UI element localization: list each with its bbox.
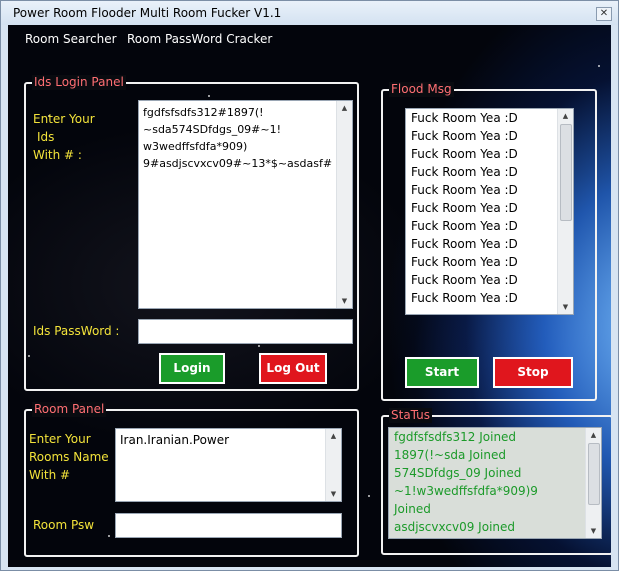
status-log[interactable]: fgdfsfsdfs312 Joined 1897(!~sda Joined 574… (388, 427, 602, 539)
title-bar[interactable]: Power Room Flooder Multi Room Fucker V1.… (1, 1, 618, 25)
login-button[interactable]: Login (159, 353, 225, 384)
status-line: fgdfsfsdfs312 Joined (394, 430, 517, 444)
rooms-text: Iran.Iranian.Power (120, 433, 230, 447)
enter-ids-label-2: Ids (37, 130, 55, 144)
ids-line: w3wedffsfdfa*909) (143, 140, 248, 153)
flood-panel-legend: Flood Msg (389, 82, 454, 97)
flood-message-item[interactable]: Fuck Room Yea :D (406, 217, 573, 235)
flood-messages-list[interactable]: Fuck Room Yea :D Fuck Room Yea :D Fuck Roo… (405, 108, 574, 315)
ids-password-label: Ids PassWord : (33, 324, 120, 338)
client-area: Room Searcher Room PassWord Cracker Ids … (8, 25, 611, 567)
room-panel: Room Panel Enter Your Rooms Name With # … (24, 402, 359, 557)
room-panel-legend: Room Panel (32, 402, 107, 417)
rooms-textarea[interactable]: Iran.Iranian.Power ▲ ▼ (115, 428, 342, 502)
flood-message-item[interactable]: Fuck Room Yea :D (406, 235, 573, 253)
status-line: asdjscvxcv09 Joined (394, 520, 516, 534)
enter-rooms-label-2: Rooms Name (29, 450, 109, 464)
ids-panel-legend: Ids Login Panel (32, 75, 126, 90)
scroll-up-icon[interactable]: ▲ (326, 429, 341, 443)
status-panel-legend: StaTus (389, 408, 433, 423)
room-psw-label: Room Psw (33, 518, 95, 532)
start-button[interactable]: Start (405, 357, 479, 388)
status-line: Joined (394, 502, 431, 516)
status-line: ~1!w3wedffsfdfa*909)9 (394, 484, 538, 498)
flood-message-item[interactable]: Fuck Room Yea :D (406, 253, 573, 271)
scroll-down-icon[interactable]: ▼ (558, 300, 573, 314)
ids-line: fgdfsfsdfs312#1897(! (143, 106, 264, 119)
stop-button[interactable]: Stop (493, 357, 573, 388)
status-scrollbar[interactable]: ▲ ▼ (585, 428, 601, 538)
scroll-down-icon[interactable]: ▼ (586, 524, 601, 538)
flood-messages-container: Fuck Room Yea :D Fuck Room Yea :D Fuck Roo… (406, 109, 573, 307)
enter-rooms-label-3: With # (29, 468, 71, 482)
logout-button[interactable]: Log Out (259, 353, 327, 384)
room-psw-input[interactable] (115, 513, 342, 538)
scroll-thumb[interactable] (588, 443, 600, 505)
app-window: Power Room Flooder Multi Room Fucker V1.… (0, 0, 619, 571)
flood-message-item[interactable]: Fuck Room Yea :D (406, 289, 573, 307)
scroll-up-icon[interactable]: ▲ (337, 101, 352, 115)
ids-login-panel: Ids Login Panel Enter Your Ids With # : … (24, 75, 359, 391)
flood-message-item[interactable]: Fuck Room Yea :D (406, 163, 573, 181)
flood-message-item[interactable]: Fuck Room Yea :D (406, 109, 573, 127)
flood-message-item[interactable]: Fuck Room Yea :D (406, 145, 573, 163)
flood-message-item[interactable]: Fuck Room Yea :D (406, 127, 573, 145)
close-icon[interactable]: ✕ (596, 7, 612, 21)
window-title: Power Room Flooder Multi Room Fucker V1.… (13, 6, 282, 20)
ids-line: 9#asdjscvxcv09#~13*$~asdasf# (143, 157, 333, 170)
enter-rooms-label-1: Enter Your (29, 432, 91, 446)
flood-message-item[interactable]: Fuck Room Yea :D (406, 271, 573, 289)
enter-ids-label-3: With # : (33, 148, 82, 162)
ids-line: ~sda574SDfdgs_09#~1! (143, 123, 282, 136)
ids-scrollbar[interactable]: ▲ ▼ (336, 101, 352, 308)
ids-textarea[interactable]: fgdfsfsdfs312#1897(! ~sda574SDfdgs_09#~1… (138, 100, 353, 309)
menu-room-searcher[interactable]: Room Searcher (25, 32, 117, 46)
status-panel: StaTus fgdfsfsdfs312 Joined 1897(!~sda Jo… (381, 408, 611, 555)
scroll-up-icon[interactable]: ▲ (586, 428, 601, 442)
ids-password-input[interactable] (138, 319, 353, 344)
menu-bar: Room Searcher Room PassWord Cracker (8, 25, 611, 52)
status-lines-container: fgdfsfsdfs312 Joined 1897(!~sda Joined 574… (389, 428, 601, 536)
scroll-down-icon[interactable]: ▼ (326, 487, 341, 501)
flood-message-item[interactable]: Fuck Room Yea :D (406, 199, 573, 217)
flood-scrollbar[interactable]: ▲ ▼ (557, 109, 573, 314)
menu-room-password-cracker[interactable]: Room PassWord Cracker (127, 32, 272, 46)
flood-message-item[interactable]: Fuck Room Yea :D (406, 181, 573, 199)
status-line: 1897(!~sda Joined (394, 448, 506, 462)
scroll-thumb[interactable] (560, 124, 572, 221)
enter-ids-label-1: Enter Your (33, 112, 95, 126)
flood-msg-panel: Flood Msg Fuck Room Yea :D Fuck Room Yea … (381, 82, 597, 401)
scroll-down-icon[interactable]: ▼ (337, 294, 352, 308)
rooms-scrollbar[interactable]: ▲ ▼ (325, 429, 341, 501)
status-line: 574SDfdgs_09 Joined (394, 466, 522, 480)
scroll-up-icon[interactable]: ▲ (558, 109, 573, 123)
